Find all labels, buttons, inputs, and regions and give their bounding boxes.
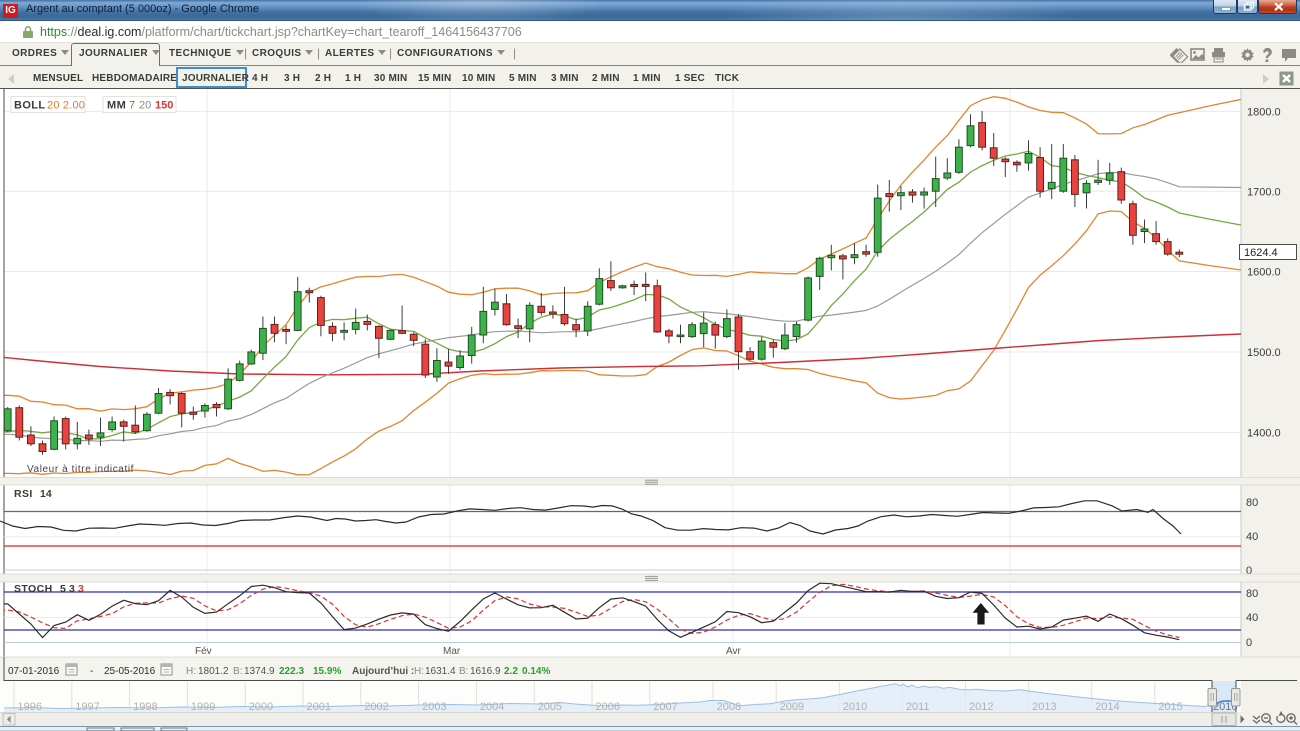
- svg-text:-: -: [90, 666, 93, 677]
- svg-text:2003: 2003: [422, 701, 446, 713]
- svg-text:1374.9: 1374.9: [244, 666, 275, 677]
- svg-text:40: 40: [1246, 531, 1258, 543]
- svg-text:1800.0: 1800.0: [1247, 106, 1281, 118]
- svg-text:0.14%: 0.14%: [522, 666, 550, 677]
- svg-text:2000: 2000: [249, 701, 273, 713]
- svg-text:Valeur à titre indicatif: Valeur à titre indicatif: [27, 464, 134, 475]
- svg-text:H:: H:: [414, 666, 424, 677]
- svg-text:80: 80: [1246, 497, 1258, 509]
- svg-text:2005: 2005: [538, 701, 562, 713]
- svg-text:BOLL: BOLL: [14, 100, 46, 112]
- svg-text:20: 20: [139, 100, 151, 112]
- svg-text:B:: B:: [233, 666, 242, 677]
- svg-text:7: 7: [129, 100, 135, 112]
- svg-text:20 2.00: 20 2.00: [47, 100, 85, 112]
- svg-text:15.9%: 15.9%: [313, 666, 341, 677]
- svg-text:2014: 2014: [1095, 701, 1119, 713]
- svg-text:2011: 2011: [906, 701, 930, 713]
- svg-text:80: 80: [1246, 588, 1258, 600]
- svg-text:1500.0: 1500.0: [1247, 347, 1281, 359]
- svg-text:2007: 2007: [653, 701, 677, 713]
- svg-text:2001: 2001: [307, 701, 331, 713]
- svg-text:1624.4: 1624.4: [1244, 247, 1278, 259]
- svg-text:MM: MM: [107, 100, 126, 112]
- svg-text:40: 40: [1246, 612, 1258, 624]
- svg-text:1616.9: 1616.9: [470, 666, 501, 677]
- svg-text:2008: 2008: [717, 701, 741, 713]
- svg-text:1631.4: 1631.4: [425, 666, 456, 677]
- svg-text:Fév: Fév: [195, 646, 212, 657]
- svg-text:2010: 2010: [843, 701, 867, 713]
- svg-text:2013: 2013: [1032, 701, 1056, 713]
- svg-text:2002: 2002: [364, 701, 388, 713]
- svg-text:1600.0: 1600.0: [1247, 267, 1281, 279]
- svg-text:B:: B:: [459, 666, 468, 677]
- svg-text:1999: 1999: [191, 701, 215, 713]
- svg-text:1400.0: 1400.0: [1247, 428, 1281, 440]
- svg-text:Mar: Mar: [443, 646, 461, 657]
- svg-text:14: 14: [40, 488, 52, 500]
- svg-text:3: 3: [69, 583, 75, 595]
- svg-text:2012: 2012: [969, 701, 993, 713]
- svg-text:2004: 2004: [480, 701, 504, 713]
- svg-text:07-01-2016: 07-01-2016: [8, 666, 60, 677]
- svg-text:2.2: 2.2: [504, 666, 518, 677]
- svg-text:1996: 1996: [18, 701, 42, 713]
- svg-text:3: 3: [78, 583, 84, 595]
- svg-text:1700.0: 1700.0: [1247, 186, 1281, 198]
- svg-text:1801.2: 1801.2: [198, 666, 229, 677]
- svg-text:1998: 1998: [133, 701, 157, 713]
- svg-text:RSI: RSI: [14, 488, 33, 500]
- svg-text:H:: H:: [186, 666, 196, 677]
- svg-text:2006: 2006: [596, 701, 620, 713]
- svg-text:150: 150: [155, 100, 173, 112]
- svg-text:5: 5: [60, 583, 66, 595]
- svg-text:Avr: Avr: [726, 646, 741, 657]
- svg-text:STOCH: STOCH: [14, 583, 53, 595]
- svg-text:1997: 1997: [75, 701, 99, 713]
- svg-text:Aujourd’hui :: Aujourd’hui :: [352, 666, 414, 677]
- svg-text:222.3: 222.3: [279, 666, 304, 677]
- svg-text:25-05-2016: 25-05-2016: [104, 666, 156, 677]
- svg-text:2015: 2015: [1158, 701, 1182, 713]
- svg-text:2009: 2009: [780, 701, 804, 713]
- svg-text:0: 0: [1246, 637, 1252, 649]
